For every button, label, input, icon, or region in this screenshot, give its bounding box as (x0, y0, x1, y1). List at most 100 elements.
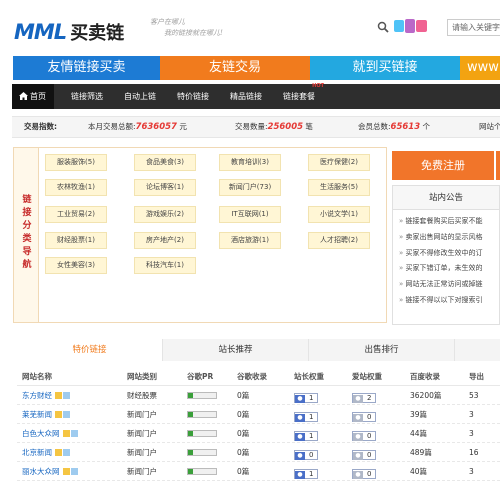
pr-fill (188, 450, 193, 455)
table-row[interactable]: 莱芜新闻新闻门户00篇●1●039篇3 (17, 405, 500, 424)
notice-item[interactable]: 卖家出售网站的显示风格 (399, 230, 499, 246)
category-tag[interactable]: 服装服饰(5) (45, 154, 107, 171)
stats-monthly-value: 7636057 (135, 122, 177, 132)
nav-home[interactable]: 首页 (12, 84, 54, 109)
site-name[interactable]: 白色大众网 (22, 424, 78, 443)
aizhan-weight-badge: ● 0 (352, 431, 377, 441)
tab-more[interactable] (455, 339, 500, 361)
site-name[interactable]: 丽水大众网 (22, 462, 78, 481)
aizhan-weight-value: 2 (367, 394, 372, 402)
nav-special-links[interactable]: 特价链接 (177, 84, 209, 109)
category-tag[interactable]: 财经股票(1) (45, 232, 107, 249)
info-icon (63, 392, 70, 399)
stats-members-label: 会员总数: (358, 122, 391, 131)
aizhan-weight: ● 0 (352, 462, 377, 481)
category-tag[interactable]: 医疗保健(2) (308, 154, 370, 171)
category-tag[interactable]: 人才招聘(2) (308, 232, 370, 249)
nav-premium-links[interactable]: 精品链接 (230, 84, 262, 109)
category-tag[interactable]: 新闻门户(73) (219, 179, 281, 196)
notice-item[interactable]: 买家不得修改生效中的订 (399, 246, 499, 262)
table-header-cell[interactable]: 站长权重 (294, 367, 324, 386)
site-name[interactable]: 莱芜新闻 (22, 405, 70, 424)
category-tag[interactable]: 游戏娱乐(2) (134, 206, 196, 223)
table-header-cell[interactable]: 网站名称 (22, 367, 52, 386)
category-box: 链接分类导航 服装服饰(5) 食品美食(3) 教育培训(3) 医疗保健(2) 农林牧渔(… (13, 147, 387, 323)
verified-icon (55, 392, 62, 399)
logo[interactable]: MML 买卖链 (14, 17, 124, 47)
table-row[interactable]: 丽水大众网新闻门户00篇●1●040篇3 (17, 462, 500, 481)
table-row[interactable]: 北京新闻新闻门户00篇●0●0489篇16 (17, 443, 500, 462)
login-button-edge[interactable] (496, 151, 500, 180)
category-tag[interactable]: 食品美食(3) (134, 154, 196, 171)
table-header-cell[interactable]: 百度收录 (410, 367, 440, 386)
outbound-links: 16 (469, 448, 479, 457)
category-tag[interactable]: IT互联网(1) (219, 206, 281, 223)
zz-weight-badge: ● 1 (294, 393, 319, 403)
category-tag[interactable]: 工业贸易(2) (45, 206, 107, 223)
site-name-text: 北京新闻 (22, 448, 52, 457)
table-row[interactable]: 白色大众网新闻门户00篇●1●044篇3 (17, 424, 500, 443)
google-index: 0篇 (237, 429, 250, 438)
search-input[interactable]: 请输入关键字 (447, 19, 500, 36)
register-button[interactable]: 免费注册 (392, 151, 494, 180)
table-header-cell[interactable]: 谷歌PR (187, 367, 213, 386)
pr-fill (188, 412, 193, 417)
tab-sales-ranking[interactable]: 出售排行 (309, 339, 455, 361)
nav-link-filter[interactable]: 链接筛选 (71, 84, 103, 109)
category-tag[interactable]: 小说文学(1) (308, 206, 370, 223)
stats-more: 网站个 (479, 122, 500, 131)
zz-weight: ● 1 (294, 386, 319, 405)
logo-text: 买卖链 (70, 23, 125, 44)
category-tag[interactable]: 房产地产(2) (134, 232, 196, 249)
outbound-links: 3 (469, 410, 474, 419)
category-tag[interactable]: 教育培训(3) (219, 154, 281, 171)
table-header-cell[interactable]: 爱站权重 (352, 367, 382, 386)
table-header-cell[interactable]: 网站类别 (127, 367, 157, 386)
stats-members: 会员总数:65613 个 (358, 117, 430, 137)
banner-4[interactable]: www (460, 56, 500, 80)
tab-recommended[interactable]: 站长推荐 (163, 339, 309, 361)
pr-bar (187, 430, 217, 437)
home-icon (19, 92, 28, 100)
hot-keywords-icon (394, 19, 427, 33)
category-tag[interactable]: 科技汽车(1) (134, 257, 196, 274)
banner-2[interactable]: 友链交易 (160, 56, 310, 80)
category-side: 链接分类导航 (14, 148, 39, 322)
banner-1[interactable]: 友情链接买卖 (13, 56, 160, 80)
outbound-links: 3 (469, 429, 474, 438)
notice-item[interactable]: 网站无法正常访问或掉链 (399, 277, 499, 293)
outbound-links: 53 (469, 391, 479, 400)
site-category: 财经股票 (127, 391, 157, 400)
search-icon[interactable] (377, 21, 389, 33)
category-side-title: 链接分类导航 (22, 195, 32, 270)
stats-monthly: 本月交易总额:7636057 元 (88, 117, 187, 137)
table-header-cell[interactable]: 谷歌收录 (237, 367, 267, 386)
nav-link-packages[interactable]: 链接套餐 HOT (283, 83, 324, 109)
banner-strip: 友情链接买卖 友链交易 就到买链接 www (13, 56, 500, 80)
banner-3[interactable]: 就到买链接 (310, 56, 460, 80)
zz-weight: ● 1 (294, 462, 319, 481)
table-header-cell[interactable]: 导出 (469, 367, 484, 386)
category-tag[interactable]: 论坛博客(1) (134, 179, 196, 196)
notice-item[interactable]: 买家下错订单，未生效的 (399, 261, 499, 277)
google-pr: 0 (187, 462, 217, 481)
site-name[interactable]: 北京新闻 (22, 443, 70, 462)
info-icon (63, 449, 70, 456)
category-tag[interactable]: 农林牧渔(1) (45, 179, 107, 196)
notice-item[interactable]: 链接套餐购买后买家不能 (399, 214, 499, 230)
notice-box: 站内公告 链接套餐购买后买家不能卖家出售网站的显示风格买家不得修改生效中的订买家… (392, 185, 500, 325)
category-tag[interactable]: 生活服务(5) (308, 179, 370, 196)
table-row[interactable]: 东方财经财经股票00篇●1●236200篇53 (17, 386, 500, 405)
category-tag[interactable]: 女性美容(3) (45, 257, 107, 274)
nav-auto-link[interactable]: 自动上链 (124, 84, 156, 109)
zz-weight-value: 1 (309, 432, 314, 440)
category-tag[interactable]: 酒店旅游(1) (219, 232, 281, 249)
site-name[interactable]: 东方财经 (22, 386, 70, 405)
site-name-text: 丽水大众网 (22, 467, 60, 476)
verified-icon (55, 411, 62, 418)
zz-weight-badge: ● 0 (294, 450, 319, 460)
tab-special-links[interactable]: 特价链接 (17, 339, 163, 361)
baidu-index: 36200篇 (410, 391, 442, 400)
verified-icon (62, 430, 70, 437)
notice-item[interactable]: 链接不得以以下对搜索引 (399, 293, 499, 309)
